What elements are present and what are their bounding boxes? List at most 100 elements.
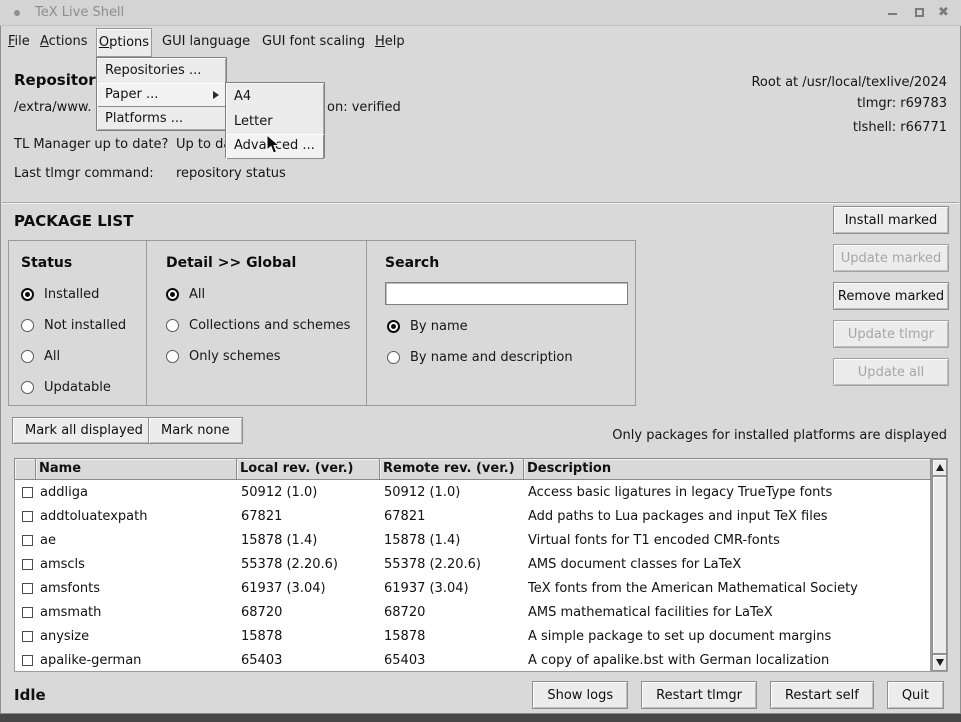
- scroll-down-button[interactable]: [932, 654, 947, 671]
- minimize-button[interactable]: [885, 5, 901, 21]
- radio-icon: [166, 350, 179, 363]
- package-name: anysize: [37, 629, 238, 644]
- package-checkbox[interactable]: [22, 535, 33, 546]
- repository-url-fragment-right: on: verified: [327, 100, 401, 115]
- radio-icon: [21, 288, 34, 301]
- radio-search-by-name[interactable]: By name: [387, 319, 468, 333]
- window-bottom-edge: [0, 713, 961, 722]
- package-checkbox[interactable]: [22, 607, 33, 618]
- radio-detail-all[interactable]: All: [166, 287, 205, 301]
- menu-item-repositories[interactable]: Repositories ...: [97, 59, 226, 83]
- radio-status-updatable[interactable]: Updatable: [21, 380, 111, 394]
- restart-tlmgr-button[interactable]: Restart tlmgr: [641, 681, 757, 709]
- quit-button[interactable]: Quit: [887, 681, 944, 709]
- uptodate-value-fragment: Up to da: [176, 137, 231, 152]
- menu-options[interactable]: Options: [96, 28, 152, 57]
- radio-icon: [21, 319, 34, 332]
- menu-gui-font-scaling[interactable]: GUI font scaling: [262, 26, 365, 57]
- minimize-icon: [888, 13, 897, 15]
- vertical-scrollbar[interactable]: [931, 458, 948, 672]
- package-name: amsfonts: [37, 581, 238, 596]
- uptodate-label: TL Manager up to date?: [14, 137, 168, 152]
- package-local-rev: 61937 (3.04): [238, 581, 381, 596]
- menubar: File Actions Options GUI language GUI fo…: [0, 26, 961, 57]
- mark-none-button[interactable]: Mark none: [148, 417, 243, 444]
- close-button[interactable]: ✖: [937, 5, 953, 21]
- table-row[interactable]: apalike-german 65403 65403 A copy of apa…: [15, 648, 930, 672]
- package-checkbox[interactable]: [22, 511, 33, 522]
- radio-status-installed[interactable]: Installed: [21, 287, 99, 301]
- menu-item-a4[interactable]: A4: [226, 85, 324, 110]
- install-marked-button[interactable]: Install marked: [833, 206, 949, 234]
- close-icon: ✖: [938, 5, 949, 20]
- root-path: Root at /usr/local/texlive/2024: [751, 75, 947, 90]
- section-separator: [2, 202, 959, 204]
- radio-icon: [387, 320, 400, 333]
- tlshell-revision: tlshell: r66771: [853, 120, 947, 135]
- menu-item-letter[interactable]: Letter: [226, 110, 324, 135]
- menu-gui-language[interactable]: GUI language: [162, 26, 250, 57]
- menu-actions[interactable]: Actions: [40, 26, 88, 57]
- table-row[interactable]: anysize 15878 15878 A simple package to …: [15, 624, 930, 648]
- status-group-label: Status: [21, 255, 72, 271]
- maximize-button[interactable]: [912, 5, 928, 21]
- table-row[interactable]: ae 15878 (1.4) 15878 (1.4) Virtual fonts…: [15, 528, 930, 552]
- package-description: AMS document classes for LaTeX: [525, 557, 930, 572]
- restart-self-button[interactable]: Restart self: [770, 681, 874, 709]
- package-name: ae: [37, 533, 238, 548]
- titlebar: TeX Live Shell ✖: [0, 0, 961, 26]
- radio-status-all[interactable]: All: [21, 349, 60, 363]
- radio-status-not-installed[interactable]: Not installed: [21, 318, 126, 332]
- show-logs-button[interactable]: Show logs: [532, 681, 628, 709]
- remove-marked-button[interactable]: Remove marked: [833, 282, 949, 310]
- package-remote-rev: 15878 (1.4): [381, 533, 525, 548]
- package-checkbox[interactable]: [22, 583, 33, 594]
- package-checkbox[interactable]: [22, 559, 33, 570]
- tlmgr-revision: tlmgr: r69783: [857, 96, 947, 111]
- package-remote-rev: 50912 (1.0): [381, 485, 525, 500]
- menu-item-platforms[interactable]: Platforms ...: [97, 107, 226, 131]
- column-remote-rev[interactable]: Remote rev. (ver.): [380, 458, 524, 480]
- radio-detail-only-schemes[interactable]: Only schemes: [166, 349, 281, 363]
- menu-help[interactable]: Help: [375, 26, 405, 57]
- package-description: AMS mathematical facilities for LaTeX: [525, 605, 930, 620]
- update-marked-button: Update marked: [833, 244, 949, 272]
- column-name[interactable]: Name: [36, 458, 237, 480]
- radio-search-by-name-description[interactable]: By name and description: [387, 350, 573, 364]
- search-group-label: Search: [385, 255, 439, 271]
- table-row[interactable]: amscls 55378 (2.20.6) 55378 (2.20.6) AMS…: [15, 552, 930, 576]
- column-description[interactable]: Description: [524, 458, 931, 480]
- table-row[interactable]: addtoluatexpath 67821 67821 Add paths to…: [15, 504, 930, 528]
- table-row[interactable]: amsfonts 61937 (3.04) 61937 (3.04) TeX f…: [15, 576, 930, 600]
- package-name: apalike-german: [37, 653, 238, 668]
- maximize-icon: [915, 8, 924, 17]
- package-description: Add paths to Lua packages and input TeX …: [525, 509, 930, 524]
- menu-item-paper[interactable]: Paper ...: [97, 83, 226, 107]
- package-checkbox[interactable]: [22, 631, 33, 642]
- radio-icon: [387, 351, 400, 364]
- table-row[interactable]: amsmath 68720 68720 AMS mathematical fac…: [15, 600, 930, 624]
- texlive-shell-window: TeX Live Shell ✖ File Actions Options GU…: [0, 0, 961, 722]
- options-dropdown-menu: Repositories ... Paper ... Platforms ...: [96, 57, 227, 131]
- scroll-up-button[interactable]: [932, 459, 947, 476]
- table-body: addliga 50912 (1.0) 50912 (1.0) Access b…: [14, 480, 931, 672]
- package-remote-rev: 67821: [381, 509, 525, 524]
- mark-all-displayed-button[interactable]: Mark all displayed: [12, 417, 156, 444]
- column-local-rev[interactable]: Local rev. (ver.): [237, 458, 380, 480]
- scrollbar-thumb[interactable]: [932, 476, 947, 654]
- last-command-value: repository status: [176, 166, 286, 181]
- divider: [366, 241, 367, 405]
- menu-file[interactable]: File: [8, 26, 30, 57]
- radio-detail-collections[interactable]: Collections and schemes: [166, 318, 350, 332]
- package-local-rev: 67821: [238, 509, 381, 524]
- package-name: amsmath: [37, 605, 238, 620]
- submenu-arrow-icon: [213, 91, 219, 99]
- column-checkbox[interactable]: [14, 458, 36, 480]
- mouse-cursor-icon: [266, 134, 281, 159]
- search-input[interactable]: [385, 282, 628, 305]
- package-local-rev: 55378 (2.20.6): [238, 557, 381, 572]
- package-checkbox[interactable]: [22, 487, 33, 498]
- table-row[interactable]: addliga 50912 (1.0) 50912 (1.0) Access b…: [15, 480, 930, 504]
- detail-group-label: Detail >> Global: [166, 255, 296, 271]
- package-checkbox[interactable]: [22, 655, 33, 666]
